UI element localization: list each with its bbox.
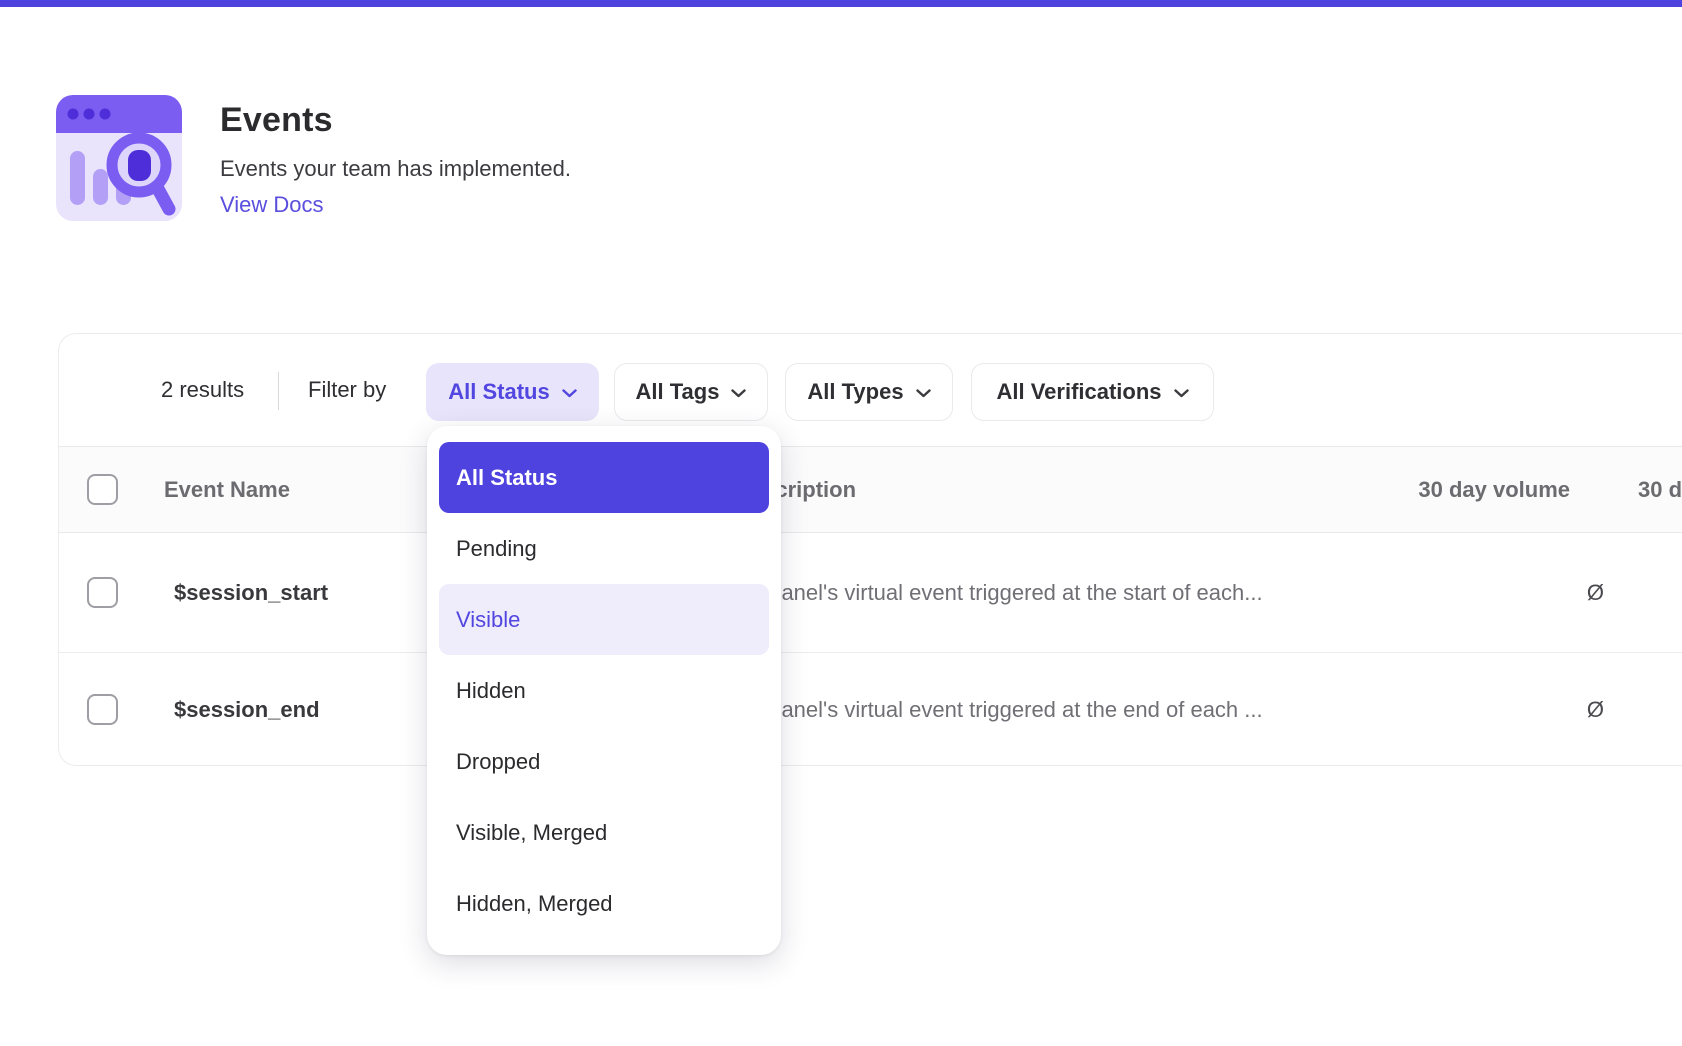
filter-chip-types-label: All Types xyxy=(807,379,903,405)
filter-by-label: Filter by xyxy=(308,334,386,446)
row-checkbox[interactable] xyxy=(87,694,118,725)
results-count: 2 results xyxy=(161,334,244,446)
filter-toolbar: 2 results Filter by All Status All Tags … xyxy=(59,334,1682,446)
row-checkbox[interactable] xyxy=(87,577,118,608)
filter-chip-status-label: All Status xyxy=(448,379,549,405)
view-docs-link[interactable]: View Docs xyxy=(220,192,324,218)
page-title: Events xyxy=(220,101,1120,140)
status-option-dropped[interactable]: Dropped xyxy=(439,726,769,797)
column-header-event-name[interactable]: Event Name xyxy=(164,447,290,532)
table-header-row: Event Name Description 30 day volume 30 … xyxy=(59,446,1682,533)
status-option-pending[interactable]: Pending xyxy=(439,513,769,584)
column-header-30-day-volume[interactable]: 30 day volume xyxy=(1159,447,1570,532)
table-row[interactable]: $session_end Mixpanel's virtual event tr… xyxy=(59,653,1682,766)
event-description: Mixpanel's virtual event triggered at th… xyxy=(735,653,1263,766)
status-option-visible[interactable]: Visible xyxy=(439,584,769,655)
status-dropdown-menu: All Status Pending Visible Hidden Droppe… xyxy=(427,426,781,955)
top-accent-bar xyxy=(0,0,1682,7)
status-option-hidden[interactable]: Hidden xyxy=(439,655,769,726)
chevron-down-icon xyxy=(1174,389,1189,398)
table-row[interactable]: $session_start Mixpanel's virtual event … xyxy=(59,533,1682,653)
select-all-checkbox[interactable] xyxy=(87,474,118,505)
event-description: Mixpanel's virtual event triggered at th… xyxy=(735,533,1263,652)
filter-chip-status[interactable]: All Status xyxy=(426,363,599,421)
event-name: $session_start xyxy=(174,533,328,652)
filter-chip-types[interactable]: All Types xyxy=(785,363,953,421)
events-table-card: 2 results Filter by All Status All Tags … xyxy=(58,333,1682,766)
chevron-down-icon xyxy=(731,389,746,398)
column-header-clipped[interactable]: 30 d xyxy=(1638,447,1682,532)
page-subtitle: Events your team has implemented. xyxy=(220,156,1120,182)
event-name: $session_end xyxy=(174,653,320,766)
status-option-all-status[interactable]: All Status xyxy=(439,442,769,513)
event-30day-volume: Ø xyxy=(1259,653,1604,766)
filter-chip-verifications-label: All Verifications xyxy=(996,379,1161,405)
toolbar-divider xyxy=(278,372,279,410)
chevron-down-icon xyxy=(916,389,931,398)
chevron-down-icon xyxy=(562,389,577,398)
filter-chip-verifications[interactable]: All Verifications xyxy=(971,363,1214,421)
events-illustration-icon xyxy=(56,95,182,221)
filter-chip-tags-label: All Tags xyxy=(636,379,720,405)
status-option-visible-merged[interactable]: Visible, Merged xyxy=(439,797,769,868)
filter-chip-tags[interactable]: All Tags xyxy=(614,363,768,421)
status-option-hidden-merged[interactable]: Hidden, Merged xyxy=(439,868,769,939)
event-30day-volume: Ø xyxy=(1259,533,1604,652)
